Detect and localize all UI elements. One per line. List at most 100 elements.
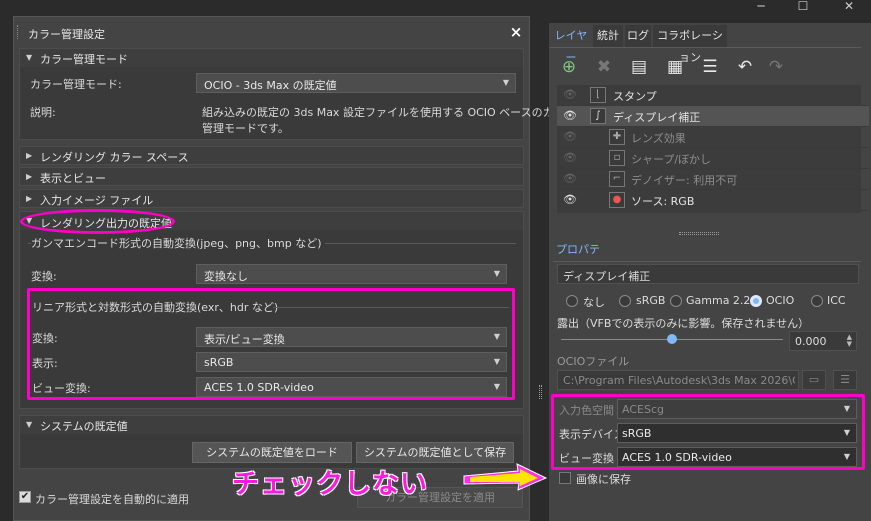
exposure-spinner[interactable]: 0.000 ▲ ▼ (789, 331, 857, 351)
linear-convert-value: 表示/ビュー変換 (204, 333, 285, 346)
ocio-menu-icon[interactable]: ☰ (833, 370, 857, 390)
layer-row-stamp[interactable]: 👁 ⌊ スタンプ (557, 85, 869, 106)
open-folder-icon[interactable]: ▭ (802, 370, 826, 390)
chevron-down-icon: ▼ (493, 357, 500, 366)
description-text-line2: 管理モードです。 (202, 122, 289, 135)
view-transform-dropdown[interactable]: ACES 1.0 SDR-video ▼ (196, 377, 507, 397)
layer-row-denoiser[interactable]: 👁 ⌐ デノイザー: 利用不可 (557, 169, 869, 190)
minimize-icon[interactable]: ─ (741, 0, 781, 14)
gamma-convert-dropdown[interactable]: 変換なし ▼ (196, 264, 507, 284)
layer-row-display-correction[interactable]: 👁 ∫ ディスプレイ補正 (557, 106, 869, 127)
input-image-section[interactable]: ▶ 入力イメージ ファイル (19, 189, 524, 208)
description-label: 説明: (30, 106, 56, 119)
linear-convert-label: 変換: (32, 332, 58, 345)
layer-row-source-rgb[interactable]: 👁 ● ソース: RGB (557, 190, 869, 211)
display-dropdown[interactable]: sRGB ▼ (196, 352, 507, 372)
chevron-down-icon: ▼ (843, 404, 850, 413)
gamma-convert-value: 変換なし (204, 270, 248, 283)
horizontal-splitter[interactable] (679, 232, 719, 235)
save-system-defaults-button[interactable]: システムの既定値として保存 (356, 442, 514, 463)
radio-icc-label: ICC (827, 294, 846, 307)
layer-name: ディスプレイ補正 (613, 111, 701, 124)
drag-grip-icon[interactable] (17, 25, 19, 39)
radio-icc[interactable] (811, 295, 823, 307)
maximize-icon[interactable]: ☐ (783, 0, 823, 14)
stamp-icon: ⌊ (590, 87, 606, 103)
mode-dropdown-value: OCIO - 3ds Max の既定値 (204, 79, 337, 92)
radio-ocio[interactable] (750, 295, 762, 307)
eye-hidden-icon[interactable]: 👁 (563, 88, 581, 101)
eye-hidden-icon[interactable]: 👁 (563, 151, 581, 164)
input-space-dropdown[interactable]: ACEScg ▼ (617, 399, 857, 419)
load-layers-icon[interactable]: ▦ (662, 55, 688, 79)
layer-list-icon[interactable]: ☰ (697, 55, 723, 79)
annotation-text: チェックしない (232, 469, 428, 500)
ocio-file-path-field[interactable]: C:\Program Files\Autodesk\3ds Max 2026\C… (557, 370, 799, 390)
tab-layers[interactable]: レイヤー (551, 25, 591, 64)
save-to-image-checkbox[interactable] (559, 472, 571, 484)
curve-icon: ∫ (590, 108, 606, 124)
display-view-section[interactable]: ▶ 表示とビュー (19, 167, 524, 186)
layer-name: デノイザー: 利用不可 (631, 174, 738, 187)
eye-hidden-icon[interactable]: 👁 (563, 130, 581, 143)
radio-gamma[interactable] (670, 295, 682, 307)
color-management-dialog: カラー管理設定 × ▼ カラー管理モード カラー管理モード: OCIO - 3d… (13, 16, 576, 521)
dialog-title: カラー管理設定 (28, 28, 105, 41)
layer-name: シャープ/ぼかし (631, 153, 712, 166)
redo-icon[interactable]: ↷ (763, 55, 789, 79)
tab-properties[interactable]: プロパティ (553, 239, 603, 278)
layer-row-sharpen-blur[interactable]: 👁 ▫ シャープ/ぼかし (557, 148, 869, 169)
display-device-dropdown[interactable]: sRGB ▼ (617, 423, 857, 443)
exposure-label: 露出（VFBでの表示のみに影響。保存されません） (557, 317, 810, 330)
save-layers-icon[interactable]: ▤ (626, 55, 652, 79)
gamma-group-title: ガンマエンコード形式の自動変換(jpeg、png、bmp など) (31, 235, 326, 251)
linear-convert-dropdown[interactable]: 表示/ビュー変換 ▼ (196, 327, 507, 347)
system-defaults-header[interactable]: ▼ システムの既定値 (20, 416, 523, 434)
undo-icon[interactable]: ↶ (732, 55, 758, 79)
add-layer-icon[interactable]: ⊕ (556, 55, 582, 79)
highlight-ellipse (20, 209, 175, 234)
chevron-down-icon: ▼ (502, 78, 509, 87)
ocio-file-path: C:\Program Files\Autodesk\3ds Max 2026\C… (563, 374, 795, 387)
layer-list: 👁 ⌊ スタンプ 👁 ∫ ディスプレイ補正 👁 ✚ レンズ効果 👁 ▫ シャープ… (557, 85, 869, 213)
ocio-file-label: OCIOファイル (557, 355, 630, 368)
vfb-view-transform-value: ACES 1.0 SDR-video (622, 451, 732, 464)
eye-icon[interactable]: 👁 (563, 109, 581, 122)
layer-row-lens-effects[interactable]: 👁 ✚ レンズ効果 (557, 127, 869, 148)
auto-apply-checkbox[interactable]: ✔ (19, 491, 31, 503)
rendering-colorspace-section[interactable]: ▶ レンダリング カラー スペース (19, 146, 524, 165)
spinner-arrows-icon[interactable]: ▲ ▼ (847, 334, 852, 348)
exposure-slider-handle[interactable] (667, 334, 677, 344)
tab-log[interactable]: ログ (625, 25, 651, 47)
frame-buffer-panel: レイヤー 統計 ログ コラボレーション ⊕ ✖ ▤ ▦ ☰ ↶ ↷ 👁 ⌊ スタ… (549, 23, 871, 521)
triangle-right-icon: ▶ (26, 151, 33, 160)
eye-hidden-icon[interactable]: 👁 (563, 172, 581, 185)
properties-title-field: ディスプレイ補正 (557, 264, 859, 284)
dialog-close-button[interactable]: × (506, 22, 526, 42)
vfb-view-transform-dropdown[interactable]: ACES 1.0 SDR-video ▼ (617, 447, 857, 467)
properties-title: ディスプレイ補正 (563, 270, 651, 283)
eye-icon[interactable]: 👁 (563, 193, 581, 206)
close-window-icon[interactable]: ✕ (829, 0, 869, 14)
mode-dropdown[interactable]: OCIO - 3ds Max の既定値 ▼ (196, 73, 516, 93)
load-system-defaults-button[interactable]: システムの既定値をロード (192, 442, 352, 463)
divider (273, 307, 509, 308)
panel-splitter[interactable] (539, 385, 542, 399)
radio-none[interactable] (566, 295, 578, 307)
gamma-convert-label: 変換: (31, 270, 57, 283)
delete-layer-icon[interactable]: ✖ (591, 55, 617, 79)
radio-srgb[interactable] (619, 295, 631, 307)
system-defaults-title: システムの既定値 (40, 420, 128, 433)
exposure-value: 0.000 (795, 335, 827, 348)
display-label: 表示: (32, 357, 58, 370)
output-defaults-section: ▼ レンダリング出力の既定値 ガンマエンコード形式の自動変換(jpeg、png、… (19, 209, 524, 409)
display-device-label: 表示デバイス (559, 428, 625, 441)
tab-stats[interactable]: 統計 (593, 25, 623, 47)
tab-collaboration[interactable]: コラボレーション (653, 25, 727, 64)
mode-section-header[interactable]: ▼ カラー管理モード (20, 49, 523, 67)
triangle-right-icon: ▶ (26, 194, 33, 203)
system-defaults-section: ▼ システムの既定値 システムの既定値をロード システムの既定値として保存 (19, 415, 524, 469)
triangle-down-icon: ▼ (26, 420, 33, 429)
annotation-arrow-icon (463, 463, 548, 491)
mode-label: カラー管理モード: (30, 78, 122, 91)
